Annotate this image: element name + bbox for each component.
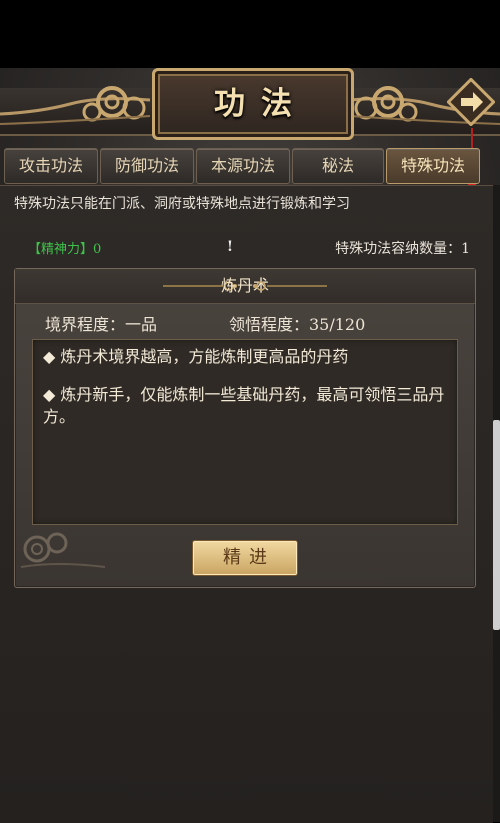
description-box: ◆ 炼丹术境界越高，方能炼制更高品的丹药 ◆ 炼丹新手，仅能炼制一些基础丹药，最… <box>32 339 458 525</box>
tab-bar: 攻击功法 防御功法 本源功法 秘法 特殊功法 <box>4 148 496 184</box>
capacity-text: 特殊功法容纳数量：1 <box>335 241 470 257</box>
skill-card: 炼丹术 境界程度：一品 领悟程度：35/120 ◆ 炼丹术境界越高，方能炼制更高… <box>14 268 476 588</box>
skill-name: 炼丹术 <box>220 276 269 295</box>
title-plate: 功法 <box>152 68 354 140</box>
description-line: ◆ 炼丹新手，仅能炼制一些基础丹药，最高可领悟三品丹方。 <box>43 385 445 426</box>
tab-secret[interactable]: 秘法 <box>292 148 384 184</box>
header: 功法 <box>0 68 500 198</box>
scroll-ornament-right-icon <box>253 281 327 291</box>
refine-button[interactable]: 精进 <box>192 540 298 576</box>
realm-level: 境界程度：一品 <box>45 315 158 334</box>
tab-defense[interactable]: 防御功法 <box>100 148 194 184</box>
warning-icon[interactable]: ! <box>221 238 239 256</box>
comprehension-progress: 领悟程度：35/120 <box>229 315 366 334</box>
arrow-right-icon[interactable] <box>447 78 495 126</box>
notice-text: 特殊功法只能在门派、洞府或特殊地点进行锻炼和学习 <box>14 196 350 212</box>
scrollbar[interactable] <box>493 420 500 630</box>
card-title-bar: 炼丹术 <box>15 269 475 304</box>
spirit-value: 0 <box>93 242 102 257</box>
cloud-decoration-icon <box>20 532 106 568</box>
description-line: ◆ 炼丹术境界越高，方能炼制更高品的丹药 <box>43 347 349 366</box>
tab-attack[interactable]: 攻击功法 <box>4 148 98 184</box>
tab-origin[interactable]: 本源功法 <box>196 148 290 184</box>
spirit-label: 【精神力】 <box>28 242 94 257</box>
spirit-stat: 【精神力】0 <box>28 238 101 257</box>
page-title: 功法 <box>214 86 308 122</box>
cloud-ornament-left-icon <box>0 86 151 125</box>
tab-special[interactable]: 特殊功法 <box>386 148 480 184</box>
